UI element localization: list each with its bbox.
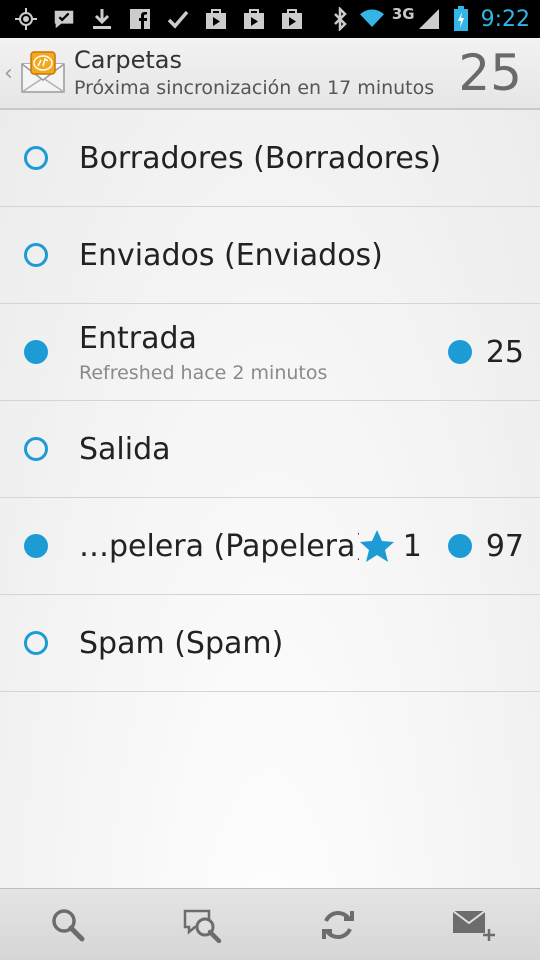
folder-name: Salida <box>79 431 171 467</box>
unread-count-badge[interactable]: 97 <box>447 528 524 564</box>
folder-row-papelera[interactable]: …pelera (Papelera) 1 97 <box>0 498 540 595</box>
page-title: Carpetas <box>74 46 182 74</box>
play-store-icon <box>242 7 266 31</box>
starred-count-badge[interactable]: 1 <box>359 529 422 564</box>
sync-status-subtitle: Próxima sincronización en 17 minutos <box>74 77 435 99</box>
folder-name: Enviados (Enviados) <box>79 237 383 273</box>
compose-icon <box>451 909 495 941</box>
search-button[interactable] <box>28 889 108 960</box>
network-type-label: 3G <box>391 5 415 23</box>
k9-mail-envelope-icon[interactable] <box>20 50 66 96</box>
folder-name: Entrada <box>79 320 197 356</box>
compose-button[interactable] <box>433 889 513 960</box>
star-icon <box>359 530 394 562</box>
download-icon <box>90 7 114 31</box>
bottom-action-bar <box>0 888 540 960</box>
play-store-icon <box>280 7 304 31</box>
folder-name: Borradores (Borradores) <box>79 140 442 176</box>
read-status-dot <box>24 437 48 461</box>
search-messages-button[interactable] <box>163 889 243 960</box>
folder-list: Borradores (Borradores) Enviados (Enviad… <box>0 110 540 888</box>
unread-count: 25 <box>485 334 524 370</box>
up-navigation-icon[interactable]: ‹ <box>4 61 18 86</box>
unread-total-count: 25 <box>458 44 522 102</box>
folder-row-salida[interactable]: Salida <box>0 401 540 498</box>
read-status-dot <box>24 243 48 267</box>
battery-charging-icon <box>449 6 473 31</box>
folder-row-entrada[interactable]: Entrada Refreshed hace 2 minutos 25 <box>0 304 540 401</box>
folder-row-enviados[interactable]: Enviados (Enviados) <box>0 207 540 304</box>
status-bar: 3G 9:22 <box>0 0 540 38</box>
play-store-icon <box>204 7 228 31</box>
facebook-icon <box>128 7 152 31</box>
signal-icon <box>417 7 441 31</box>
unread-count-badge[interactable]: 25 <box>447 334 524 370</box>
folder-name: …pelera (Papelera) <box>79 528 359 564</box>
refresh-icon <box>321 910 354 939</box>
gps-icon <box>14 7 38 31</box>
folder-row-borradores[interactable]: Borradores (Borradores) <box>0 110 540 207</box>
refresh-button[interactable] <box>298 889 378 960</box>
unread-count: 97 <box>485 528 524 564</box>
unread-status-dot <box>24 534 48 558</box>
unread-status-dot <box>24 340 48 364</box>
unread-dot-icon <box>447 340 472 364</box>
clock-time: 9:22 <box>480 6 530 32</box>
starred-count: 1 <box>402 528 422 564</box>
check-icon <box>166 7 190 31</box>
action-bar: ‹ Carpetas Próxima sincronización en 17 … <box>0 38 540 110</box>
search-messages-icon <box>183 909 221 943</box>
chat-bubble-icon <box>52 7 76 31</box>
search-icon <box>51 908 84 941</box>
wifi-icon <box>359 7 384 31</box>
folder-row-spam[interactable]: Spam (Spam) <box>0 595 540 692</box>
read-status-dot <box>24 146 48 170</box>
folder-refresh-status: Refreshed hace 2 minutos <box>79 361 328 384</box>
folder-name: Spam (Spam) <box>79 625 284 661</box>
bluetooth-icon <box>328 7 352 31</box>
unread-dot-icon <box>447 534 472 558</box>
read-status-dot <box>24 631 48 655</box>
